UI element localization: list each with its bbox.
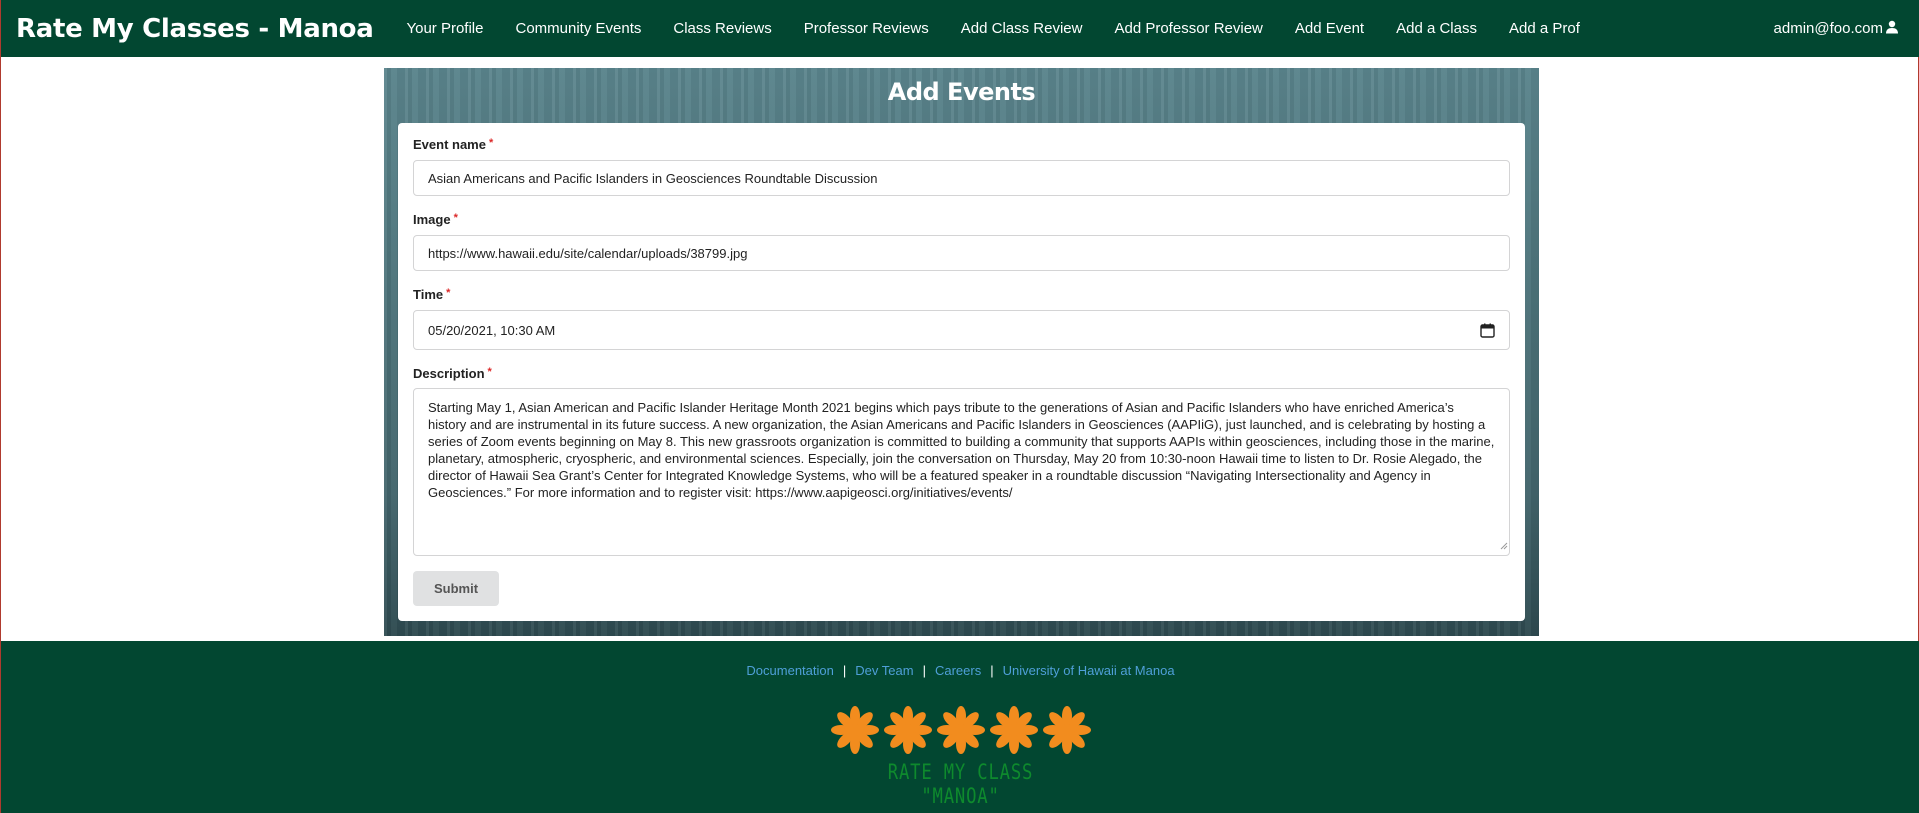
calendar-icon[interactable] [1480,323,1495,338]
footer-link-careers[interactable]: Careers [935,663,981,678]
nav-item-community-events[interactable]: Community Events [499,20,657,37]
nav-item-your-profile[interactable]: Your Profile [390,20,499,37]
nav-menu: Your Profile Community Events Class Revi… [390,20,1595,37]
user-icon [1883,20,1899,38]
user-email: admin@foo.com [1773,20,1883,37]
description-textarea[interactable]: Starting May 1, Asian American and Pacif… [413,388,1510,556]
event-name-label: Event name * [413,137,494,152]
footer-separator: | [990,663,994,678]
description-label: Description * [413,366,492,381]
top-navbar: Rate My Classes - Manoa Your Profile Com… [1,0,1919,57]
form-title: Add Events [887,78,1036,106]
user-dropdown[interactable]: admin@foo.com [1774,20,1905,38]
submit-button[interactable]: Submit [413,571,499,606]
footer-separator: | [922,663,926,678]
footer-link-documentation[interactable]: Documentation [746,663,833,678]
nav-item-class-reviews[interactable]: Class Reviews [657,20,787,37]
add-event-form-panel: Add Events Event name * Asian Americans a… [384,68,1539,636]
image-url-input[interactable]: https://www.hawaii.edu/site/calendar/upl… [413,235,1510,271]
nav-item-add-a-class[interactable]: Add a Class [1380,20,1493,37]
required-marker: * [488,137,494,149]
footer-link-dev-team[interactable]: Dev Team [855,663,913,678]
required-marker: * [453,212,458,224]
required-marker: * [446,287,451,299]
required-marker: * [487,366,492,378]
footer: Documentation | Dev Team | Careers | Universit… [1,641,1919,813]
asterisk-flower-icon [831,706,1091,754]
brand-title[interactable]: Rate My Classes - Manoa [16,14,374,44]
event-name-input[interactable]: Asian Americans and Pacific Islanders in… [413,160,1510,196]
nav-item-add-professor-review[interactable]: Add Professor Review [1098,20,1278,37]
footer-separator: | [842,663,847,678]
footer-link-uh-manoa[interactable]: University of Hawaii at Manoa [1003,663,1175,678]
form-card: Event name * Asian Americans and Pacific … [398,123,1525,621]
resize-grip-icon[interactable] [1500,537,1508,554]
nav-item-add-event[interactable]: Add Event [1279,20,1380,37]
nav-item-add-a-prof[interactable]: Add a Prof [1493,20,1596,37]
nav-item-professor-reviews[interactable]: Professor Reviews [788,20,945,37]
time-input[interactable]: 05/20/2021, 10:30 AM [413,310,1510,350]
footer-links: Documentation | Dev Team | Careers | Universit… [1,663,1919,678]
logo-text: RATE MY CLASS "MANOA" [887,760,1034,808]
footer-logo: RATE MY CLASS "MANOA" [828,702,1093,808]
image-label: Image * [413,212,458,227]
nav-item-add-class-review[interactable]: Add Class Review [945,20,1099,37]
time-label: Time * [413,287,451,302]
